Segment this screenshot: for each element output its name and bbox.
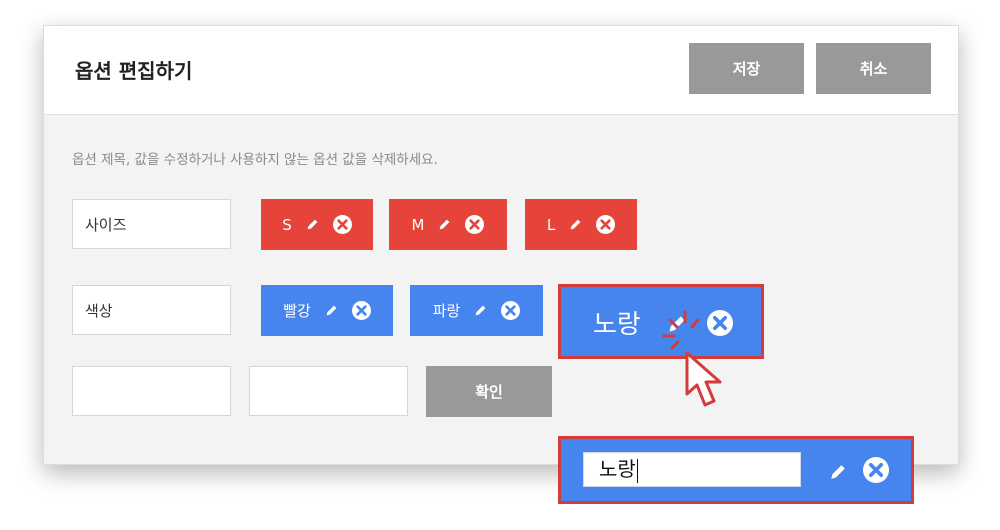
option-value-chip-m[interactable]: M: [389, 199, 507, 250]
pencil-icon[interactable]: [306, 218, 319, 231]
pencil-icon[interactable]: [474, 304, 487, 317]
chip-label: 파랑: [432, 302, 461, 320]
close-circle-icon[interactable]: [501, 301, 521, 320]
new-option-name-input[interactable]: [72, 366, 231, 416]
close-circle-icon[interactable]: [863, 457, 889, 487]
chip-label: 빨강: [283, 302, 311, 320]
pencil-icon[interactable]: [438, 218, 451, 231]
new-option-value-input[interactable]: [249, 366, 408, 416]
option-value-edit-bar: 노랑: [558, 436, 914, 504]
option-value-chip-blue[interactable]: 파랑: [410, 285, 543, 336]
pencil-icon[interactable]: [569, 218, 582, 231]
option-name-input-size[interactable]: [72, 199, 231, 249]
chip-label: M: [411, 215, 425, 234]
option-value-chip-red[interactable]: 빨강: [261, 285, 393, 336]
cancel-button[interactable]: 취소: [816, 43, 931, 94]
pencil-icon[interactable]: [325, 304, 338, 317]
save-button[interactable]: 저장: [689, 43, 804, 94]
edit-input-text: 노랑: [599, 457, 636, 481]
dialog-title: 옵션 편집하기: [75, 59, 193, 83]
chip-label: 노랑: [593, 310, 641, 340]
close-circle-icon[interactable]: [351, 301, 371, 320]
option-value-edit-input[interactable]: 노랑: [583, 452, 801, 487]
confirm-button[interactable]: 확인: [426, 366, 552, 417]
dialog-header: 옵션 편집하기 저장 취소: [44, 26, 958, 115]
chip-label: L: [546, 215, 556, 234]
option-value-chip-s[interactable]: S: [261, 199, 373, 250]
option-name-input-color[interactable]: [72, 285, 231, 335]
option-edit-dialog: 옵션 편집하기 저장 취소 옵션 제목, 값을 수정하거나 사용하지 않는 옵션…: [43, 25, 959, 465]
close-circle-icon[interactable]: [596, 215, 616, 234]
pencil-icon[interactable]: [829, 463, 847, 485]
close-circle-icon[interactable]: [332, 215, 352, 234]
close-circle-icon[interactable]: [707, 310, 733, 340]
chip-label: S: [282, 215, 292, 234]
text-caret: [636, 458, 639, 483]
option-value-chip-l[interactable]: L: [525, 199, 637, 250]
mouse-pointer-icon: [684, 350, 732, 416]
dialog-description: 옵션 제목, 값을 수정하거나 사용하지 않는 옵션 값을 삭제하세요.: [72, 152, 438, 168]
close-circle-icon[interactable]: [465, 215, 485, 234]
